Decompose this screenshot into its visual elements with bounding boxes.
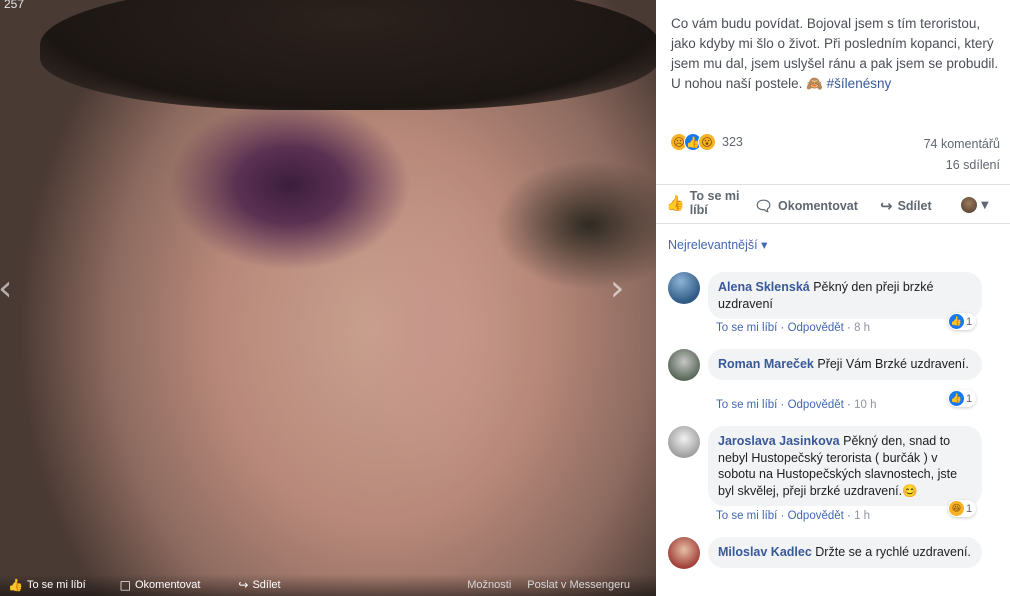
post-caption: Co vám budu povídat. Bojoval jsem s tím … — [671, 14, 1001, 94]
post-actions-bar: 👍 To se mi líbí 🗨 Okomentovat ↪ Sdílet ▼ — [656, 184, 1010, 224]
thumbs-up-icon: 👍 — [8, 578, 23, 592]
share-button[interactable]: ↪ Sdílet — [880, 197, 932, 215]
comment-sort-dropdown[interactable]: Nejrelevantnější ▾ — [668, 237, 767, 252]
photo-hair-region — [40, 0, 656, 110]
photo-bottom-right: Možnosti Poslat v Messengeru — [467, 579, 630, 591]
avatar[interactable] — [668, 349, 700, 381]
like-icon: 👍 — [949, 314, 964, 329]
photo-options-button[interactable]: Možnosti — [467, 579, 511, 591]
comment-bubble: Roman Mareček Přeji Vám Brzké uzdravení. — [708, 349, 982, 380]
reactions-count: 323 — [722, 135, 743, 149]
post-stats: 74 komentářů 16 sdílení — [924, 134, 1000, 176]
caret-down-icon: ▼ — [981, 199, 989, 211]
comments-count-link[interactable]: 74 komentářů — [924, 134, 1000, 155]
shares-count-link[interactable]: 16 sdílení — [924, 155, 1000, 176]
comment-text: Přeji Vám Brzké uzdravení. — [817, 357, 969, 371]
photo-bottom-bar: 👍 To se mi líbí □ Okomentovat ↪ Sdílet M… — [0, 574, 656, 596]
share-button-label: Sdílet — [897, 199, 932, 213]
comment-timestamp[interactable]: 8 h — [854, 322, 870, 334]
post-photo[interactable] — [0, 0, 656, 596]
reactions-summary[interactable]: ☹ 👍 😮 323 — [670, 133, 743, 151]
post-side-panel: Co vám budu povídat. Bojoval jsem s tím … — [656, 0, 1010, 596]
comment-like-link[interactable]: To se mi líbí — [716, 399, 777, 411]
comment-meta: To se mi líbí · Odpovědět · 10 h — [716, 399, 877, 411]
share-icon: ↪ — [880, 197, 893, 215]
comment-author-link[interactable]: Miloslav Kadlec — [718, 545, 812, 559]
photo-viewer: 257 ‹ › 👍 To se mi líbí □ Okomentovat ↪ … — [0, 0, 656, 596]
photo-share-button[interactable]: ↪ Sdílet — [238, 578, 280, 592]
comment-reaction-count: 1 — [966, 315, 973, 328]
comment-reply-link[interactable]: Odpovědět — [788, 399, 844, 411]
like-button-label: To se mi líbí — [689, 189, 740, 217]
comment-meta: To se mi líbí · Odpovědět · 1 h — [716, 510, 871, 522]
comment-like-link[interactable]: To se mi líbí — [716, 510, 777, 522]
photo-counter: 257 — [4, 0, 24, 11]
comment-timestamp[interactable]: 1 h — [854, 510, 870, 522]
photo-comment-button[interactable]: □ Okomentovat — [120, 578, 201, 592]
photo-comment-label: Okomentovat — [134, 579, 201, 591]
like-icon: 👍 — [949, 391, 964, 406]
comment-like-link[interactable]: To se mi líbí — [716, 322, 777, 334]
share-icon: ↪ — [238, 578, 249, 592]
comment-reaction-count: 1 — [966, 502, 973, 515]
comment-author-link[interactable]: Alena Sklenská — [718, 280, 810, 294]
hashtag-link[interactable]: #šílenésny — [827, 76, 892, 91]
comment-icon: □ — [119, 578, 131, 592]
haha-icon: 😆 — [949, 501, 964, 516]
chevron-right-icon: › — [610, 268, 625, 309]
comment-author-link[interactable]: Jaroslava Jasinkova — [718, 434, 840, 448]
comment-reaction-count: 1 — [966, 392, 973, 405]
comment-author-link[interactable]: Roman Mareček — [718, 357, 814, 371]
avatar[interactable] — [668, 426, 700, 458]
comment-reply-link[interactable]: Odpovědět — [788, 510, 844, 522]
avatar[interactable] — [668, 272, 700, 304]
comment-meta: To se mi líbí · Odpovědět · 8 h — [716, 322, 871, 334]
avatar[interactable] — [668, 537, 700, 569]
comment-reaction-badge[interactable]: 👍 1 — [948, 390, 977, 407]
send-in-messenger-button[interactable]: Poslat v Messengeru — [527, 579, 630, 591]
comment-reply-link[interactable]: Odpovědět — [788, 322, 844, 334]
comment-bubble: Miloslav Kadlec Držte se a rychlé uzdrav… — [708, 537, 982, 568]
previous-photo-button[interactable]: ‹ — [0, 268, 12, 309]
photo-like-label: To se mi líbí — [26, 579, 86, 591]
comment-button[interactable]: 🗨 Okomentovat — [754, 197, 858, 215]
photo-counter-label: 257 — [4, 0, 25, 11]
photo-share-label: Sdílet — [252, 579, 281, 591]
react-as-selector[interactable]: ▼ — [961, 197, 989, 213]
wow-icon: 😮 — [698, 133, 716, 151]
like-button[interactable]: 👍 To se mi líbí — [666, 189, 746, 217]
photo-theater: 257 ‹ › 👍 To se mi líbí □ Okomentovat ↪ … — [0, 0, 1010, 596]
comment-reaction-badge[interactable]: 😆 1 — [948, 500, 977, 517]
thumbs-up-icon: 👍 — [666, 194, 685, 212]
comment-icon: 🗨 — [754, 197, 774, 215]
comment-reaction-badge[interactable]: 👍 1 — [948, 313, 977, 330]
next-photo-button[interactable]: › — [610, 268, 624, 309]
comment-bubble: Alena Sklenská Pěkný den přeji brzké uzd… — [708, 272, 982, 319]
photo-like-button[interactable]: 👍 To se mi líbí — [8, 578, 86, 592]
comment-timestamp[interactable]: 10 h — [854, 399, 876, 411]
avatar — [961, 197, 977, 213]
comment-button-label: Okomentovat — [778, 199, 858, 213]
comment-bubble: Jaroslava Jasinkova Pěkný den, snad to n… — [708, 426, 982, 506]
comment-text: Držte se a rychlé uzdravení. — [815, 545, 971, 559]
chevron-left-icon: ‹ — [0, 268, 12, 309]
